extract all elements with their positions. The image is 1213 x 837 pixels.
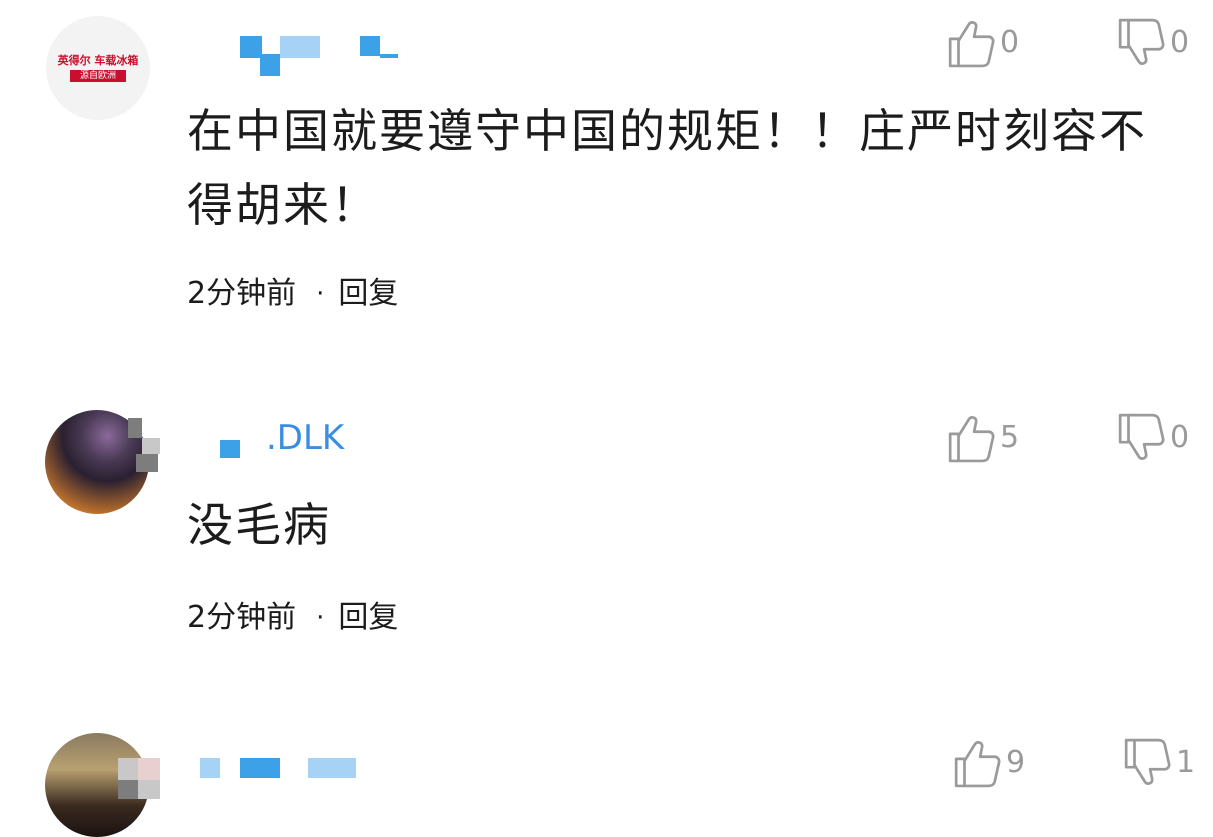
thumbs-up-icon [952, 738, 1002, 788]
like-count: 9 [1006, 745, 1026, 780]
username[interactable]: .DLK [266, 418, 344, 458]
reply-button[interactable]: 回复 [338, 598, 398, 638]
thumbs-down-icon [1122, 738, 1172, 788]
avatar-brand-text: 英得尔 车载冰箱 [57, 54, 139, 67]
comment-item: 英得尔 车载冰箱 源自欧洲 0 0 在中国就要遵守中国的规矩！！庄严时刻容不得胡… [0, 0, 1213, 380]
dislike-count: 0 [1170, 25, 1190, 60]
thumbs-up-icon [946, 18, 996, 68]
thumbs-down-icon [1116, 18, 1166, 68]
username-redacted[interactable] [200, 758, 360, 780]
comment-meta: 2分钟前 · 回复 [187, 274, 398, 314]
comment-time: 2分钟前 [187, 600, 297, 635]
comment-text: 在中国就要遵守中国的规矩！！庄严时刻容不得胡来！ [187, 104, 1147, 232]
reply-button[interactable]: 回复 [338, 274, 398, 314]
avatar-tagline-text: 源自欧洲 [69, 70, 126, 82]
like-count: 0 [1000, 25, 1020, 60]
avatar[interactable]: 英得尔 车载冰箱 源自欧洲 [46, 16, 150, 120]
like-button[interactable]: 5 [946, 413, 1019, 463]
comment-time: 2分钟前 [187, 276, 297, 311]
username-redacted[interactable] [240, 36, 400, 80]
dislike-count: 1 [1176, 745, 1196, 780]
thumbs-up-icon [946, 413, 996, 463]
dislike-button[interactable]: 0 [1116, 18, 1189, 68]
comment-meta: 2分钟前 · 回复 [187, 598, 398, 638]
avatar-redaction [128, 418, 162, 472]
thumbs-down-icon [1116, 413, 1166, 463]
like-button[interactable]: 0 [946, 18, 1019, 68]
dislike-button[interactable]: 1 [1122, 738, 1195, 788]
like-button[interactable]: 9 [952, 738, 1025, 788]
dislike-button[interactable]: 0 [1116, 413, 1189, 463]
comment-text: 没毛病 [187, 498, 331, 552]
separator-dot: · [316, 279, 325, 309]
username-redaction [220, 440, 240, 458]
like-count: 5 [1000, 420, 1020, 455]
dislike-count: 0 [1170, 420, 1190, 455]
avatar-redaction [118, 758, 162, 799]
separator-dot: · [316, 603, 325, 633]
